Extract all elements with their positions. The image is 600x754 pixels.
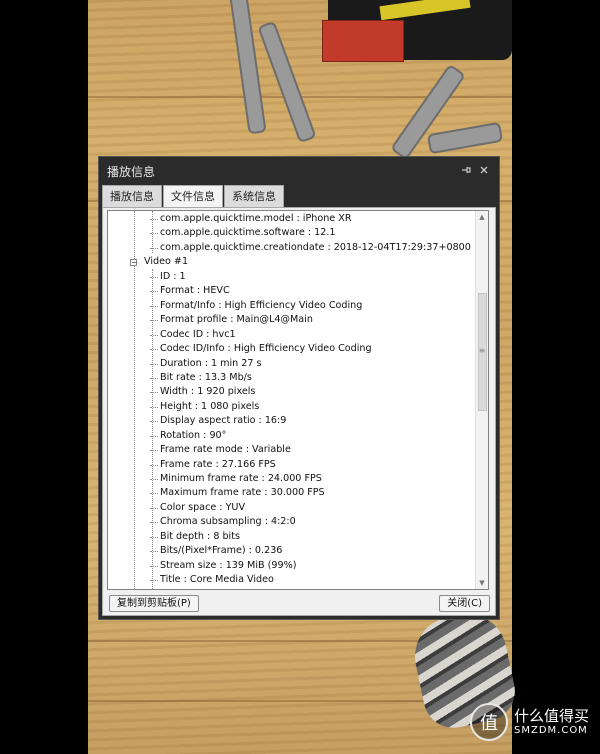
copy-to-clipboard-button[interactable]: 复制到剪贴板(P) [109, 595, 199, 612]
pin-icon[interactable] [457, 164, 475, 178]
tree-item: Frame rate : 27.166 FPS [150, 458, 276, 472]
tree-item: Format/Info : High Efficiency Video Codi… [150, 299, 362, 313]
chair-leg [257, 20, 317, 144]
tree-item: com.apple.quicktime.creationdate : 2018-… [150, 241, 471, 255]
chair-leg [426, 121, 504, 155]
tree-group-video-1[interactable]: Video #1 [144, 255, 188, 269]
tree-guide-line [152, 269, 153, 589]
tree-item: Rotation : 90° [150, 429, 226, 443]
tab-playback-info[interactable]: 播放信息 [102, 185, 162, 207]
tree-item: Chroma subsampling : 4:2:0 [150, 515, 296, 529]
tab-system-info[interactable]: 系统信息 [224, 185, 284, 207]
close-button[interactable]: 关闭(C) [439, 595, 490, 612]
tree-item: Minimum frame rate : 24.000 FPS [150, 472, 322, 486]
tree-item: Format : HEVC [150, 284, 230, 298]
tree-guide-line [134, 211, 135, 589]
tree-item: Height : 1 080 pixels [150, 400, 259, 414]
scroll-up-arrow-icon[interactable]: ▲ [476, 211, 488, 223]
tree-item: Codec ID : hvc1 [150, 328, 236, 342]
dialog-titlebar[interactable]: 播放信息 [99, 157, 499, 185]
tree-item: Format profile : Main@L4@Main [150, 313, 313, 327]
watermark-text-en: SMZDM.COM [514, 724, 588, 736]
tree-item: Frame rate mode : Variable [150, 443, 291, 457]
tree-item: Color space : YUV [150, 501, 245, 515]
playback-info-dialog: 播放信息 播放信息 文件信息 系统信息 com.apple.quicktime.… [98, 156, 500, 620]
tree-item: com.apple.quicktime.software : 12.1 [150, 226, 336, 240]
tree-item: Stream size : 139 MiB (99%) [150, 559, 296, 573]
tree-item: com.apple.quicktime.model : iPhone XR [150, 212, 351, 226]
smzdm-watermark: 值 什么值得买 SMZDM.COM [470, 700, 589, 744]
tree-content: com.apple.quicktime.model : iPhone XR co… [108, 211, 476, 589]
tree-item: Bit rate : 13.3 Mb/s [150, 371, 252, 385]
tab-file-info[interactable]: 文件信息 [163, 185, 223, 208]
smzdm-logo-icon: 值 [470, 703, 508, 741]
watermark-text: 什么值得买 SMZDM.COM [514, 706, 590, 737]
tree-item: Codec ID/Info : High Efficiency Video Co… [150, 342, 372, 356]
tree-item: Display aspect ratio : 16:9 [150, 414, 286, 428]
red-package [322, 20, 404, 62]
tree-item: Bit depth : 8 bits [150, 530, 240, 544]
tree-item: Title : Core Media Video [150, 573, 274, 587]
tree-item: ID : 1 [150, 270, 186, 284]
tree-item: Width : 1 920 pixels [150, 385, 255, 399]
watermark-text-cn: 什么值得买 [514, 706, 590, 725]
file-info-panel: com.apple.quicktime.model : iPhone XR co… [102, 207, 496, 616]
tree-guide-line [152, 211, 153, 253]
chair-leg [227, 0, 267, 135]
tree-item: Duration : 1 min 27 s [150, 357, 262, 371]
scrollbar-grip-icon: ≡ [478, 346, 486, 355]
tree-item: Maximum frame rate : 30.000 FPS [150, 486, 325, 500]
close-icon[interactable] [475, 164, 493, 178]
dialog-tabs: 播放信息 文件信息 系统信息 [102, 185, 285, 208]
collapse-toggle-icon[interactable]: − [130, 259, 138, 267]
dialog-title: 播放信息 [107, 164, 156, 179]
tree-item: Bits/(Pixel*Frame) : 0.236 [150, 544, 282, 558]
media-info-tree[interactable]: com.apple.quicktime.model : iPhone XR co… [107, 210, 489, 590]
scroll-down-arrow-icon[interactable]: ▼ [476, 577, 488, 589]
tree-scrollbar[interactable]: ▲ ≡ ▼ [475, 211, 488, 589]
